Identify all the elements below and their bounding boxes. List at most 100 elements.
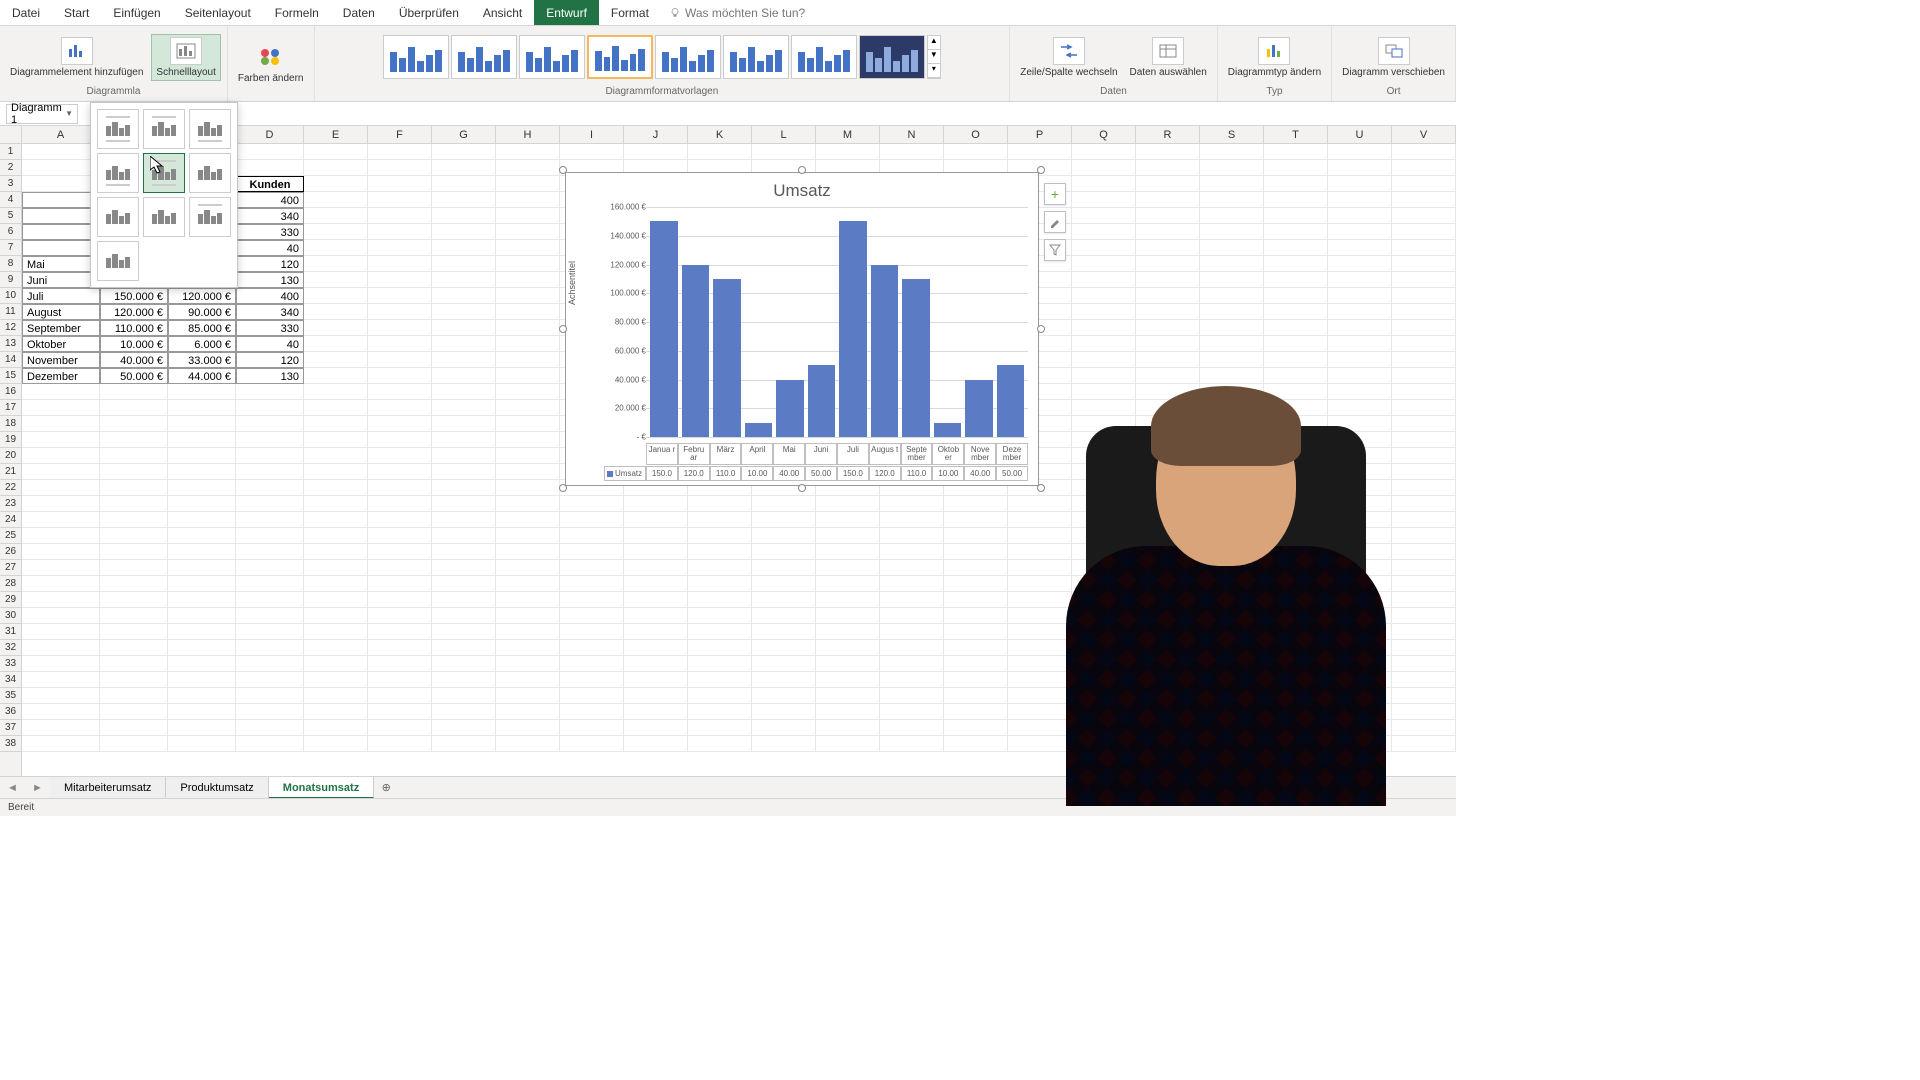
cell[interactable] bbox=[880, 560, 944, 576]
cell[interactable]: 330 bbox=[236, 320, 304, 336]
cell[interactable] bbox=[1328, 592, 1392, 608]
cell[interactable] bbox=[816, 624, 880, 640]
cell[interactable] bbox=[1264, 592, 1328, 608]
cell[interactable] bbox=[304, 208, 368, 224]
cell[interactable] bbox=[1136, 592, 1200, 608]
cell[interactable] bbox=[368, 592, 432, 608]
cell[interactable] bbox=[1200, 672, 1264, 688]
cell[interactable]: 120 bbox=[236, 352, 304, 368]
cell[interactable] bbox=[496, 400, 560, 416]
row-header-26[interactable]: 26 bbox=[0, 544, 21, 560]
cell[interactable] bbox=[496, 688, 560, 704]
cell[interactable] bbox=[1328, 688, 1392, 704]
cell[interactable] bbox=[944, 672, 1008, 688]
cell[interactable] bbox=[1200, 704, 1264, 720]
cell[interactable] bbox=[560, 544, 624, 560]
cell[interactable] bbox=[496, 160, 560, 176]
cell[interactable] bbox=[368, 544, 432, 560]
cell[interactable] bbox=[1136, 736, 1200, 752]
cell[interactable] bbox=[1264, 208, 1328, 224]
cell[interactable] bbox=[1392, 512, 1456, 528]
cell[interactable] bbox=[1136, 144, 1200, 160]
cell[interactable] bbox=[1392, 272, 1456, 288]
cell[interactable] bbox=[1136, 576, 1200, 592]
cell[interactable] bbox=[304, 688, 368, 704]
cell[interactable] bbox=[168, 592, 236, 608]
cell[interactable] bbox=[1328, 480, 1392, 496]
cell[interactable] bbox=[624, 624, 688, 640]
cell[interactable] bbox=[304, 496, 368, 512]
cell[interactable] bbox=[236, 144, 304, 160]
cell[interactable] bbox=[624, 592, 688, 608]
cell[interactable] bbox=[168, 512, 236, 528]
cell[interactable] bbox=[752, 720, 816, 736]
cell[interactable] bbox=[816, 512, 880, 528]
cell[interactable] bbox=[1136, 544, 1200, 560]
cell[interactable] bbox=[1392, 304, 1456, 320]
cell[interactable] bbox=[22, 176, 100, 192]
row-header-29[interactable]: 29 bbox=[0, 592, 21, 608]
cell[interactable] bbox=[624, 576, 688, 592]
cell[interactable] bbox=[1072, 208, 1136, 224]
cell[interactable] bbox=[1200, 528, 1264, 544]
cell[interactable] bbox=[100, 640, 168, 656]
cell[interactable] bbox=[432, 560, 496, 576]
cell[interactable] bbox=[22, 592, 100, 608]
row-header-38[interactable]: 38 bbox=[0, 736, 21, 752]
cell[interactable] bbox=[432, 288, 496, 304]
col-header-L[interactable]: L bbox=[752, 126, 816, 143]
sheet-tab-monat[interactable]: Monatsumsatz bbox=[269, 777, 374, 799]
cell[interactable] bbox=[432, 336, 496, 352]
cell[interactable] bbox=[1072, 336, 1136, 352]
cell[interactable] bbox=[304, 560, 368, 576]
row-header-25[interactable]: 25 bbox=[0, 528, 21, 544]
cell[interactable] bbox=[1328, 464, 1392, 480]
cell[interactable] bbox=[496, 256, 560, 272]
row-header-11[interactable]: 11 bbox=[0, 304, 21, 320]
cell[interactable] bbox=[560, 688, 624, 704]
cell[interactable] bbox=[1392, 528, 1456, 544]
cell[interactable] bbox=[100, 672, 168, 688]
cell[interactable] bbox=[560, 672, 624, 688]
row-header-32[interactable]: 32 bbox=[0, 640, 21, 656]
cell[interactable] bbox=[304, 272, 368, 288]
cell[interactable] bbox=[496, 512, 560, 528]
cell[interactable] bbox=[1392, 560, 1456, 576]
cell[interactable] bbox=[944, 528, 1008, 544]
cell[interactable] bbox=[168, 432, 236, 448]
cell[interactable] bbox=[304, 736, 368, 752]
cell[interactable] bbox=[432, 192, 496, 208]
cell[interactable] bbox=[1392, 720, 1456, 736]
tab-seitenlayout[interactable]: Seitenlayout bbox=[173, 0, 263, 25]
chart-style-6[interactable] bbox=[723, 35, 789, 79]
cell[interactable] bbox=[752, 592, 816, 608]
cell[interactable] bbox=[236, 400, 304, 416]
cell[interactable] bbox=[100, 400, 168, 416]
cell[interactable] bbox=[236, 480, 304, 496]
cell[interactable] bbox=[100, 736, 168, 752]
cell[interactable] bbox=[1200, 624, 1264, 640]
cell[interactable] bbox=[1136, 384, 1200, 400]
cell[interactable] bbox=[432, 240, 496, 256]
cell[interactable] bbox=[1200, 640, 1264, 656]
cell[interactable] bbox=[496, 320, 560, 336]
cell[interactable]: Juni bbox=[22, 272, 100, 288]
cell[interactable] bbox=[1072, 288, 1136, 304]
cell[interactable] bbox=[496, 432, 560, 448]
cell[interactable] bbox=[880, 144, 944, 160]
cell[interactable] bbox=[236, 656, 304, 672]
cell[interactable] bbox=[496, 416, 560, 432]
cell[interactable] bbox=[432, 432, 496, 448]
cell[interactable] bbox=[1392, 496, 1456, 512]
bar[interactable] bbox=[965, 380, 993, 438]
cell[interactable] bbox=[432, 368, 496, 384]
row-header-15[interactable]: 15 bbox=[0, 368, 21, 384]
cell[interactable] bbox=[168, 400, 236, 416]
cell[interactable] bbox=[1264, 240, 1328, 256]
cell[interactable] bbox=[496, 480, 560, 496]
cell[interactable] bbox=[496, 608, 560, 624]
cell[interactable] bbox=[1200, 400, 1264, 416]
cell[interactable] bbox=[560, 624, 624, 640]
cell[interactable] bbox=[816, 720, 880, 736]
cell[interactable] bbox=[1072, 608, 1136, 624]
